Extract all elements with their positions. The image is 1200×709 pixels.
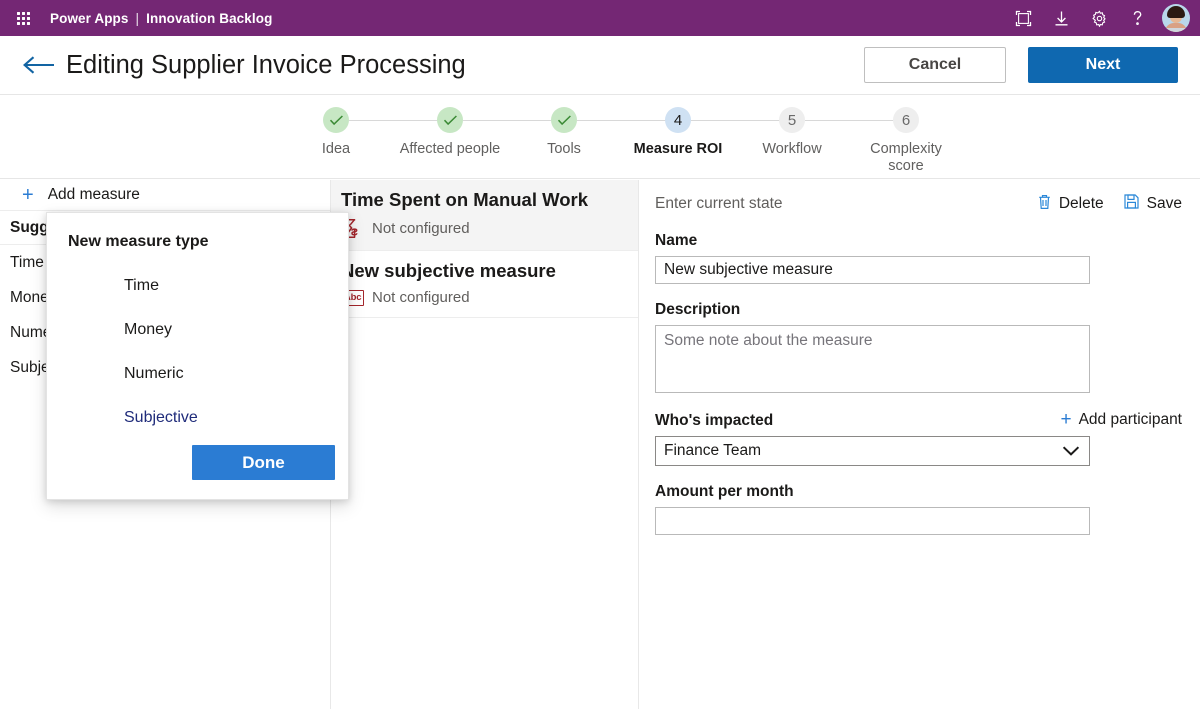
measures-pane: Time Spent on Manual Work Not configured <box>331 180 638 709</box>
new-measure-type-dialog: New measure type Time Money Numeric Subj… <box>46 212 349 500</box>
avatar-hair <box>1167 6 1185 18</box>
step-label-6: Complexity score <box>870 141 942 174</box>
measure-card-title: New subjective measure <box>341 260 556 282</box>
detail-toolbar: Enter current state Delete Save <box>655 193 1182 215</box>
measure-detail-pane: Enter current state Delete Save Name New… <box>639 180 1200 709</box>
add-measure-button[interactable]: + Add measure <box>0 180 330 211</box>
detail-actions: Delete Save <box>1038 194 1182 215</box>
help-icon[interactable] <box>1118 0 1156 36</box>
plus-icon: + <box>1060 409 1072 430</box>
step-complexity-score[interactable]: 6 Complexity score <box>849 107 963 175</box>
measure-card-new-subjective[interactable]: New subjective measure Abc Not configure… <box>331 251 638 319</box>
dialog-option-time[interactable]: Time <box>124 277 159 295</box>
dialog-title: New measure type <box>68 233 209 250</box>
measure-card-time-spent[interactable]: Time Spent on Manual Work Not configured <box>331 180 638 252</box>
cancel-button[interactable]: Cancel <box>864 47 1006 83</box>
wizard-stepper: Idea Affected people Tools 4 Measure ROI… <box>0 95 1200 179</box>
stepper-steps: Idea Affected people Tools 4 Measure ROI… <box>279 107 963 175</box>
measure-card-status-row: Abc Not configured <box>341 289 628 306</box>
app-root: Power Apps | Innovation Backlog Editing … <box>0 0 1200 709</box>
measure-card-title: Time Spent on Manual Work <box>341 189 589 210</box>
name-label: Name <box>655 232 698 249</box>
add-participant-label: Add participant <box>1078 410 1182 428</box>
amount-input[interactable] <box>655 507 1090 535</box>
add-measure-label: Add measure <box>47 186 140 203</box>
suite-bar-actions <box>1004 0 1192 36</box>
product-name: Power Apps <box>50 10 129 26</box>
dialog-option-money[interactable]: Money <box>124 321 172 339</box>
suite-bar: Power Apps | Innovation Backlog <box>0 0 1200 36</box>
waffle-grid <box>16 11 30 25</box>
trash-icon <box>1038 194 1051 215</box>
step-bubble-4[interactable]: 4 <box>665 107 691 133</box>
step-label-1: Idea <box>321 141 351 157</box>
dialog-option-subjective[interactable]: Subjective <box>124 409 198 427</box>
step-connector <box>463 120 565 121</box>
step-connector <box>691 120 793 121</box>
measure-card-status: Not configured <box>372 220 470 238</box>
step-bubble-3[interactable] <box>551 107 577 133</box>
back-arrow-icon[interactable] <box>18 45 60 85</box>
gear-icon[interactable] <box>1080 0 1118 36</box>
avatar-shirt <box>1163 28 1189 32</box>
current-state-text: Enter current state <box>655 195 783 212</box>
step-label-4: Measure ROI <box>633 141 723 157</box>
step-label-2: Affected people <box>399 141 501 157</box>
delete-button[interactable]: Delete <box>1038 194 1104 215</box>
app-name: Innovation Backlog <box>146 10 273 26</box>
step-bubble-6[interactable]: 6 <box>893 107 919 133</box>
dialog-option-numeric[interactable]: Numeric <box>124 365 184 383</box>
fullscreen-icon[interactable] <box>1004 0 1042 36</box>
step-tools[interactable]: Tools <box>507 107 679 158</box>
dialog-done-button[interactable]: Done <box>192 445 335 480</box>
add-participant-button[interactable]: + Add participant <box>1060 410 1182 429</box>
user-avatar[interactable] <box>1162 4 1190 32</box>
step-connector <box>349 120 451 121</box>
title-separator: | <box>135 10 140 26</box>
suite-title[interactable]: Power Apps | Innovation Backlog <box>50 11 272 26</box>
floppy-save-icon <box>1124 194 1139 214</box>
amount-label: Amount per month <box>655 483 794 500</box>
measure-card-status: Not configured <box>372 289 470 307</box>
step-connector <box>577 120 679 121</box>
download-icon[interactable] <box>1042 0 1080 36</box>
page-title: Editing Supplier Invoice Processing <box>66 50 466 79</box>
next-button[interactable]: Next <box>1028 47 1178 83</box>
step-affected-people[interactable]: Affected people <box>393 107 565 158</box>
step-measure-roi[interactable]: 4 Measure ROI <box>621 107 793 158</box>
participant-select[interactable]: Finance Team <box>655 436 1090 466</box>
impacted-label: Who's impacted <box>655 412 774 429</box>
save-button[interactable]: Save <box>1124 194 1182 214</box>
step-bubble-5[interactable]: 5 <box>779 107 805 133</box>
step-label-5: Workflow <box>762 141 822 157</box>
step-label-3: Tools <box>547 141 581 157</box>
measure-card-status-row: Not configured <box>341 218 628 239</box>
description-label: Description <box>655 301 741 318</box>
step-connector <box>805 120 907 121</box>
step-workflow[interactable]: 5 Workflow <box>735 107 907 158</box>
command-bar-actions: Cancel Next <box>864 47 1178 83</box>
step-idea[interactable]: Idea <box>279 107 451 158</box>
step-bubble-2[interactable] <box>437 107 463 133</box>
step-bubble-1[interactable] <box>323 107 349 133</box>
list-item-label: Time <box>10 253 44 271</box>
save-label: Save <box>1146 195 1182 212</box>
impacted-row: Who's impacted + Add participant <box>655 410 1182 430</box>
plus-icon: + <box>22 184 34 206</box>
delete-label: Delete <box>1058 195 1104 212</box>
name-input[interactable] <box>655 256 1090 284</box>
participant-select-value[interactable]: Finance Team <box>655 436 1090 466</box>
command-bar: Editing Supplier Invoice Processing Canc… <box>0 36 1200 95</box>
app-launcher-icon[interactable] <box>6 1 40 35</box>
description-textarea[interactable] <box>655 325 1090 393</box>
